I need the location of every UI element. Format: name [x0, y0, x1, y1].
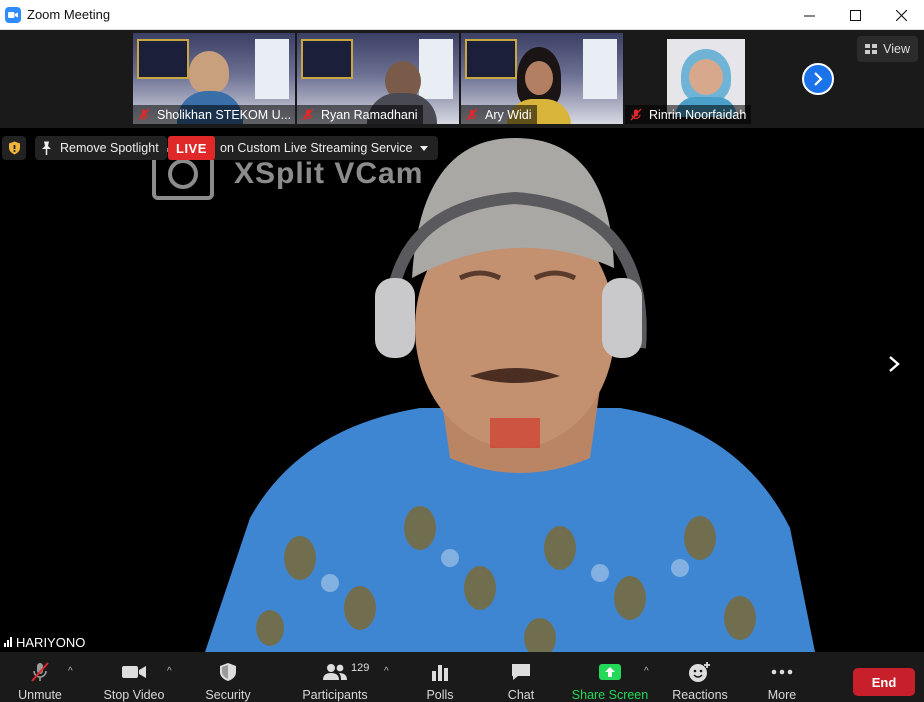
participant-label: Sholikhan STEKOM U...: [133, 105, 295, 124]
active-speaker-stage: XSplit VCam Remove Spotlight on Custom L…: [0, 128, 924, 652]
remove-spotlight-label: Remove Spotlight: [60, 141, 159, 155]
audio-options-caret[interactable]: ^: [68, 666, 73, 677]
participant-label: Ryan Ramadhani: [297, 105, 423, 124]
more-dots-icon: [771, 669, 793, 675]
security-button[interactable]: Security: [202, 652, 254, 702]
muted-mic-icon: [138, 108, 150, 120]
gallery-strip: Sholikhan STEKOM U... Ryan Ramadhani Ary…: [0, 30, 924, 128]
participant-label: Ary Widi: [461, 105, 537, 124]
title-bar: Zoom Meeting: [0, 0, 924, 30]
more-button[interactable]: More: [762, 652, 802, 702]
participant-tile[interactable]: Ary Widi: [461, 33, 623, 124]
remove-spotlight-button[interactable]: Remove Spotlight: [35, 136, 167, 160]
stop-video-label: Stop Video: [103, 688, 165, 702]
participant-tile[interactable]: Rinrin Noorfaidah: [625, 33, 787, 124]
participant-tile[interactable]: Sholikhan STEKOM U...: [133, 33, 295, 124]
share-options-caret[interactable]: ^: [644, 666, 649, 677]
polls-button[interactable]: Polls: [420, 652, 460, 702]
view-button[interactable]: View: [857, 36, 918, 62]
maximize-icon[interactable]: [832, 0, 878, 30]
meeting-toolbar: Unmute ^ Stop Video ^ Security Participa…: [0, 652, 924, 702]
participants-options-caret[interactable]: ^: [384, 666, 389, 677]
window-title: Zoom Meeting: [27, 7, 111, 22]
chat-icon: [512, 664, 530, 680]
participants-icon: [323, 664, 347, 680]
security-label: Security: [205, 688, 251, 702]
participant-name: Sholikhan STEKOM U...: [157, 107, 292, 122]
zoom-logo-icon: [5, 6, 21, 23]
grid-view-icon: [865, 44, 878, 54]
speaker-video: [205, 138, 815, 652]
chat-label: Chat: [507, 688, 535, 702]
participants-button[interactable]: Participants: [300, 652, 370, 702]
close-icon[interactable]: [878, 0, 924, 30]
polls-icon: [432, 665, 448, 681]
unmute-label: Unmute: [18, 688, 62, 702]
speaker-name-tag: HARIYONO: [0, 632, 90, 652]
live-stream-target-label: on Custom Live Streaming Service: [220, 141, 413, 155]
watermark-text: XSplit VCam: [234, 157, 424, 190]
share-screen-label: Share Screen: [571, 688, 649, 702]
security-shield-button[interactable]: [2, 136, 26, 160]
minimize-icon[interactable]: [786, 0, 832, 30]
stage-next-page-button[interactable]: [884, 350, 904, 378]
stop-video-button[interactable]: Stop Video: [102, 652, 166, 702]
more-label: More: [767, 688, 797, 702]
share-screen-button[interactable]: Share Screen: [572, 652, 648, 702]
muted-mic-icon: [302, 108, 314, 120]
chat-button[interactable]: Chat: [500, 652, 542, 702]
caret-down-icon: [420, 145, 429, 151]
reactions-button[interactable]: Reactions: [672, 652, 728, 702]
profile-photo: [667, 39, 745, 117]
participant-name: Ryan Ramadhani: [321, 107, 418, 122]
unmute-button[interactable]: Unmute: [14, 652, 66, 702]
window-controls: [786, 0, 924, 30]
participants-count: 129: [351, 662, 370, 674]
shield-icon: [220, 663, 236, 681]
chevron-right-icon: [814, 72, 823, 86]
speaker-name: HARIYONO: [16, 634, 86, 650]
reactions-label: Reactions: [672, 688, 728, 702]
participant-name: Ary Widi: [485, 107, 532, 122]
muted-mic-icon: [630, 108, 642, 120]
view-label: View: [883, 42, 910, 56]
end-meeting-button[interactable]: End: [853, 668, 915, 696]
chevron-right-icon: [889, 356, 900, 372]
pin-icon: [42, 141, 51, 155]
participants-label: Participants: [302, 688, 368, 702]
live-badge[interactable]: LIVE: [168, 136, 215, 160]
signal-bars-icon: [4, 637, 12, 647]
shield-icon: [8, 141, 20, 155]
live-stream-dropdown[interactable]: on Custom Live Streaming Service: [212, 136, 439, 160]
gallery-next-page-button[interactable]: [802, 63, 834, 95]
participant-name: Rinrin Noorfaidah: [649, 107, 747, 122]
muted-mic-icon: [31, 662, 49, 682]
share-screen-icon: [599, 664, 621, 680]
reactions-icon: [689, 662, 710, 682]
video-camera-icon: [122, 666, 146, 678]
video-options-caret[interactable]: ^: [167, 666, 172, 677]
polls-label: Polls: [426, 688, 454, 702]
muted-mic-icon: [466, 108, 478, 120]
participant-tile[interactable]: Ryan Ramadhani: [297, 33, 459, 124]
participant-label: Rinrin Noorfaidah: [625, 105, 752, 124]
